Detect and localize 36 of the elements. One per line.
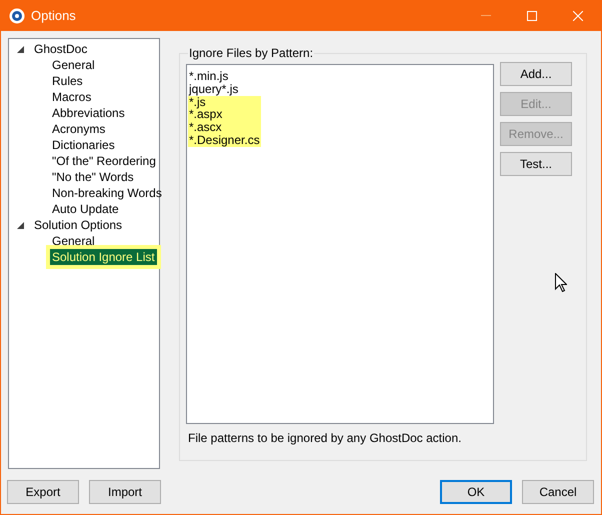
pattern-item[interactable]: *.ascx: [188, 121, 261, 134]
tree-item[interactable]: Abbreviations: [50, 105, 127, 121]
group-title: Ignore Files by Pattern:: [188, 46, 314, 60]
footer-button[interactable]: Import: [89, 480, 161, 504]
tree-item[interactable]: Solution Ignore List: [50, 249, 157, 265]
pattern-list[interactable]: *.min.js jquery*.js *.js *.aspx *.ascx *.Designer.cs: [186, 64, 494, 424]
pattern-item[interactable]: *.Designer.cs: [188, 134, 261, 147]
mouse-cursor-icon: [555, 273, 567, 292]
tree-item[interactable]: "Of the" Reordering: [50, 153, 158, 169]
tree-item[interactable]: Non-breaking Words: [50, 185, 164, 201]
footer-button[interactable]: Cancel: [522, 480, 594, 504]
pattern-item[interactable]: jquery*.js: [188, 82, 261, 96]
footer-button[interactable]: Export: [7, 480, 79, 504]
tree-item[interactable]: Dictionaries: [50, 137, 117, 153]
footer-button[interactable]: OK: [440, 480, 512, 504]
tree-item[interactable]: Macros: [50, 89, 94, 105]
tree-item[interactable]: General: [50, 57, 97, 73]
expanded-arrow-icon[interactable]: [17, 222, 24, 228]
hint-text: File patterns to be ignored by any GhostDoc action.: [188, 431, 462, 445]
tree-item[interactable]: General: [50, 233, 97, 249]
list-action-button[interactable]: Add...: [500, 62, 572, 86]
tree-item[interactable]: GhostDoc: [32, 41, 90, 57]
pattern-item[interactable]: *.min.js: [188, 70, 261, 83]
list-action-button[interactable]: Test...: [500, 152, 572, 176]
window-title: Options: [31, 8, 77, 23]
tree-item[interactable]: Auto Update: [50, 201, 121, 217]
tree-item[interactable]: Solution Options: [32, 217, 124, 233]
maximize-icon[interactable]: [527, 10, 537, 20]
gear-icon: [9, 8, 25, 24]
pattern-item[interactable]: *.aspx: [188, 108, 261, 122]
tree-item[interactable]: Rules: [50, 73, 85, 89]
pattern-item[interactable]: *.js: [188, 96, 261, 108]
tree-item[interactable]: "No the" Words: [50, 169, 136, 185]
tree-item[interactable]: Acronyms: [50, 121, 108, 137]
expanded-arrow-icon[interactable]: [17, 46, 24, 52]
close-icon[interactable]: [573, 10, 583, 20]
